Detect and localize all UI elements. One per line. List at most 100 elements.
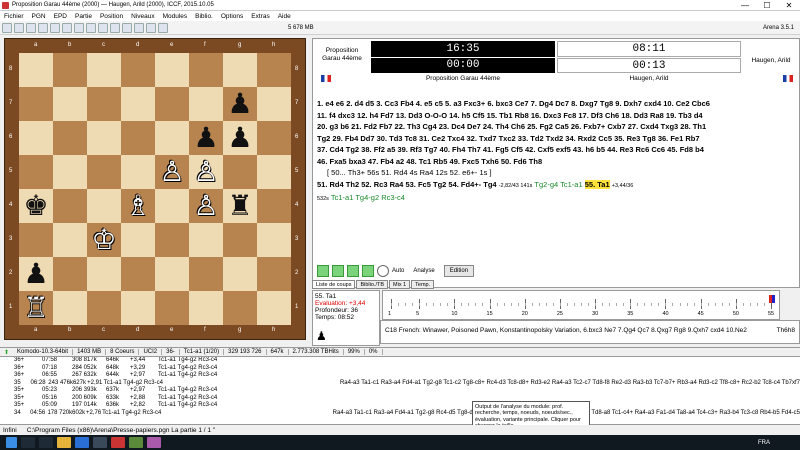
square-f2[interactable] bbox=[189, 257, 223, 291]
square-b2[interactable] bbox=[53, 257, 87, 291]
square-b1[interactable] bbox=[53, 291, 87, 325]
flip-board-icon[interactable] bbox=[62, 22, 72, 33]
browser-icon[interactable] bbox=[75, 437, 89, 448]
square-e3[interactable] bbox=[155, 223, 189, 257]
menu-aide[interactable]: Aide bbox=[274, 13, 295, 20]
square-f8[interactable] bbox=[189, 53, 223, 87]
store-icon[interactable] bbox=[93, 437, 107, 448]
edition-button[interactable]: Edition bbox=[443, 265, 475, 277]
menu-fichier[interactable]: Fichier bbox=[0, 13, 28, 20]
analyse-button[interactable]: Analyse bbox=[413, 268, 434, 274]
piece-f5[interactable]: ♙ bbox=[189, 155, 223, 189]
analysis-row[interactable]: 35+ 05:09 197 014k 636k +2,82 Tc1-a1 Tg4-g2 R… bbox=[0, 402, 800, 410]
new-game-icon[interactable] bbox=[2, 22, 12, 33]
square-d2[interactable] bbox=[121, 257, 155, 291]
piece-a2[interactable]: ♟ bbox=[19, 257, 53, 291]
square-d7[interactable] bbox=[121, 87, 155, 121]
square-h8[interactable] bbox=[257, 53, 291, 87]
minimize-button[interactable]: — bbox=[734, 0, 756, 11]
menu-options[interactable]: Options bbox=[217, 13, 247, 20]
analysis-row[interactable]: 35+ 05:16 200 609k 633k +2,88 Tc1-a1 Tg4-g2 R… bbox=[0, 395, 800, 403]
square-b5[interactable] bbox=[53, 155, 87, 189]
piece-f6[interactable]: ♟ bbox=[189, 121, 223, 155]
analysis-row[interactable]: 34 04:56 178 720k 602k +2,76 Tc1-a1 Tg4-g2 Rc… bbox=[0, 410, 800, 418]
square-c4[interactable] bbox=[87, 189, 121, 223]
analysis-row[interactable]: 36+ 07:18 284 052k 648k +3,29 Tc1-a1 Tg4-g2 R… bbox=[0, 365, 800, 373]
square-e7[interactable] bbox=[155, 87, 189, 121]
square-a5[interactable] bbox=[19, 155, 53, 189]
square-h1[interactable] bbox=[257, 291, 291, 325]
analyze-icon[interactable] bbox=[86, 22, 96, 33]
move-list[interactable]: 1. e4 e6 2. d4 d5 3. Cc3 Fb4 4. e5 c5 5.… bbox=[313, 95, 799, 245]
tab-mix[interactable]: Mix 1 bbox=[389, 280, 411, 289]
engine-icon[interactable] bbox=[74, 22, 84, 33]
tab-move-list[interactable]: Liste de coups bbox=[312, 280, 356, 289]
last-move-button[interactable] bbox=[362, 265, 374, 277]
square-a3[interactable] bbox=[19, 223, 53, 257]
square-h2[interactable] bbox=[257, 257, 291, 291]
auto-button[interactable]: Auto bbox=[392, 268, 404, 274]
help-icon[interactable] bbox=[158, 22, 168, 33]
current-move[interactable]: 55. Ta1 bbox=[584, 179, 610, 189]
square-a6[interactable] bbox=[19, 121, 53, 155]
square-c5[interactable] bbox=[87, 155, 121, 189]
square-h7[interactable] bbox=[257, 87, 291, 121]
piece-f4[interactable]: ♙ bbox=[189, 189, 223, 223]
piece-g7[interactable]: ♟ bbox=[223, 87, 257, 121]
levels-icon[interactable] bbox=[146, 22, 156, 33]
analysis-row[interactable]: 35+ 05:23 206 393k 637k +2,97 Tc1-a1 Tg4-g2 R… bbox=[0, 387, 800, 395]
windows-start-icon[interactable] bbox=[6, 437, 17, 448]
save-icon[interactable] bbox=[26, 22, 36, 33]
paste-icon[interactable] bbox=[50, 22, 60, 33]
tab-temp[interactable]: Temp. bbox=[411, 280, 435, 289]
square-e4[interactable] bbox=[155, 189, 189, 223]
menu-biblio[interactable]: Biblio. bbox=[191, 13, 217, 20]
piece-g4[interactable]: ♜ bbox=[223, 189, 257, 223]
settings-icon[interactable] bbox=[110, 22, 120, 33]
maximize-button[interactable]: ☐ bbox=[756, 0, 778, 11]
menu-extras[interactable]: Extras bbox=[247, 13, 273, 20]
piece-e5[interactable]: ♙ bbox=[155, 155, 189, 189]
language-indicator[interactable]: FRA bbox=[758, 440, 770, 446]
square-g5[interactable] bbox=[223, 155, 257, 189]
square-c6[interactable] bbox=[87, 121, 121, 155]
square-c2[interactable] bbox=[87, 257, 121, 291]
open-icon[interactable] bbox=[14, 22, 24, 33]
square-h4[interactable] bbox=[257, 189, 291, 223]
square-e2[interactable] bbox=[155, 257, 189, 291]
square-c1[interactable] bbox=[87, 291, 121, 325]
square-g3[interactable] bbox=[223, 223, 257, 257]
square-f3[interactable] bbox=[189, 223, 223, 257]
square-f7[interactable] bbox=[189, 87, 223, 121]
square-d1[interactable] bbox=[121, 291, 155, 325]
square-b8[interactable] bbox=[53, 53, 87, 87]
piece-d4[interactable]: ♗ bbox=[121, 189, 155, 223]
square-h5[interactable] bbox=[257, 155, 291, 189]
square-c7[interactable] bbox=[87, 87, 121, 121]
square-d5[interactable] bbox=[121, 155, 155, 189]
square-g8[interactable] bbox=[223, 53, 257, 87]
piece-c3[interactable]: ♔ bbox=[87, 223, 121, 257]
app-icon[interactable] bbox=[147, 437, 161, 448]
book-icon[interactable] bbox=[122, 22, 132, 33]
square-h6[interactable] bbox=[257, 121, 291, 155]
analysis-row[interactable]: 36+ 07:58 308 817k 646k +3,44 Tc1-a1 Tg4-g2 R… bbox=[0, 357, 800, 365]
analysis-row[interactable]: 36+ 06:55 267 632k 644k +2,97 Tc1-a1 Tg4-g2 R… bbox=[0, 372, 800, 380]
menu-epd[interactable]: EPD bbox=[50, 13, 71, 20]
engine-analysis-output[interactable]: 36+ 07:58 308 817k 646k +3,44 Tc1-a1 Tg4-g2 R… bbox=[0, 357, 800, 425]
square-d8[interactable] bbox=[121, 53, 155, 87]
square-b7[interactable] bbox=[53, 87, 87, 121]
auto-play-icon[interactable] bbox=[377, 265, 389, 277]
analysis-row[interactable]: 35 06:28 243 476k 627k +2,91 Tc1-a1 Tg4-g2 Rc… bbox=[0, 380, 800, 388]
square-a7[interactable] bbox=[19, 87, 53, 121]
square-e8[interactable] bbox=[155, 53, 189, 87]
app-icon[interactable] bbox=[129, 437, 143, 448]
copy-icon[interactable] bbox=[38, 22, 48, 33]
piece-g6[interactable]: ♟ bbox=[223, 121, 257, 155]
square-f1[interactable] bbox=[189, 291, 223, 325]
menu-pgn[interactable]: PGN bbox=[28, 13, 50, 20]
tournament-icon[interactable] bbox=[134, 22, 144, 33]
menu-modules[interactable]: Modules bbox=[159, 13, 192, 20]
close-button[interactable]: ✕ bbox=[778, 0, 800, 11]
square-h3[interactable] bbox=[257, 223, 291, 257]
